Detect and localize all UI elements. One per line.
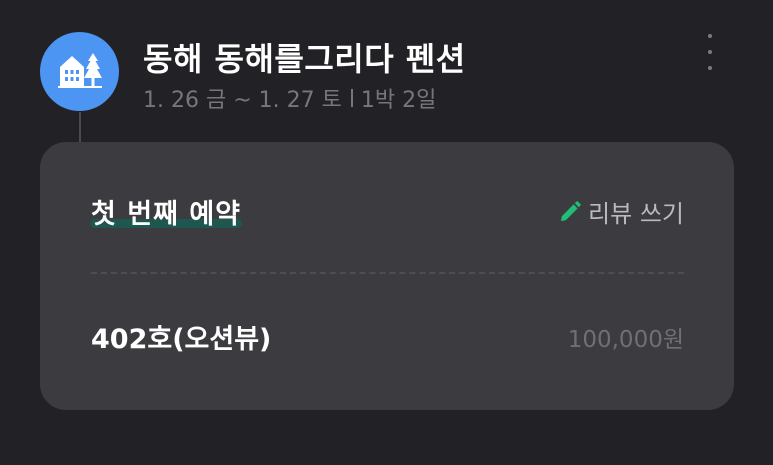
reservation-card[interactable]: 첫 번째 예약 리뷰 쓰기 402호(오션뷰) 100,000원 <box>40 142 734 410</box>
pension-house-icon <box>57 50 103 94</box>
dot <box>708 34 712 38</box>
reservation-title-wrap: 첫 번째 예약 <box>90 192 242 231</box>
more-vertical-icon[interactable] <box>696 34 724 70</box>
stay-dates: 1. 26 금 ~ 1. 27 토 1박 2일 <box>143 82 436 114</box>
dot <box>708 50 712 54</box>
reservation-screen: 동해 동해를그리다 펜션 1. 26 금 ~ 1. 27 토 1박 2일 첫 번… <box>0 0 773 465</box>
pension-title: 동해 동해를그리다 펜션 <box>143 40 466 78</box>
reservation-title: 첫 번째 예약 <box>91 199 241 230</box>
write-review-button[interactable]: 리뷰 쓰기 <box>558 194 684 229</box>
stay-nights: 1박 2일 <box>360 88 437 113</box>
room-name: 402호(오션뷰) <box>91 324 272 355</box>
dot <box>708 66 712 70</box>
room-price: 100,000원 <box>567 327 684 353</box>
separator <box>350 89 353 107</box>
date-range: 1. 26 금 ~ 1. 27 토 <box>143 88 342 113</box>
review-label: 리뷰 쓰기 <box>588 200 684 228</box>
pencil-icon <box>558 200 582 224</box>
dashed-divider <box>91 272 684 274</box>
timeline-connector <box>79 112 81 144</box>
pension-avatar <box>40 32 119 111</box>
